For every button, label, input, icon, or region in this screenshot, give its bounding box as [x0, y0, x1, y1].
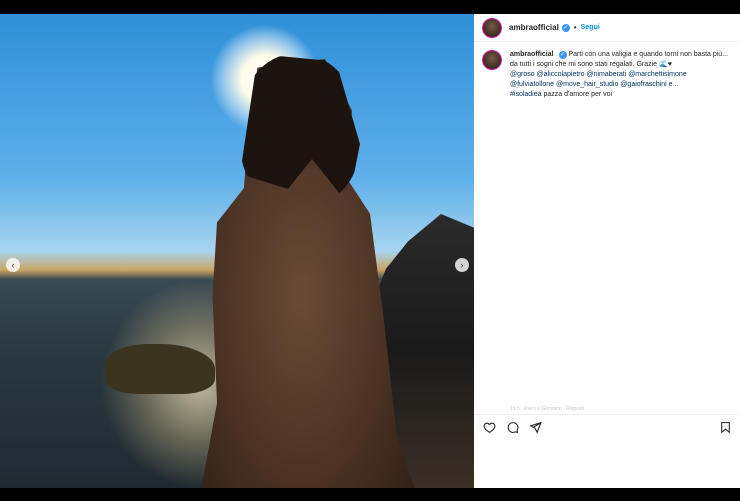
verified-badge-icon: ✓ — [561, 23, 570, 32]
post-modal: ‹ › ambraofficial ✓ • Segui ambraofficia… — [0, 0, 740, 501]
chevron-left-icon: ‹ — [11, 260, 15, 270]
chevron-right-icon: › — [460, 260, 464, 270]
caption-hashtag[interactable]: #isoladiea — [510, 91, 542, 98]
share-button[interactable] — [528, 421, 542, 435]
caption: ambraofficial ✓ Parti con una valigia e … — [482, 50, 732, 100]
username[interactable]: ambraofficial — [509, 23, 559, 32]
caption-tags[interactable]: @groso @aliccolapietro @nimaberati @marc… — [510, 71, 687, 88]
action-bar — [474, 414, 740, 440]
rock — [105, 344, 215, 394]
caption-emoji-icon: 🌊♥ — [659, 61, 672, 68]
post-photo[interactable]: ‹ › — [0, 14, 474, 488]
carousel-prev-button[interactable]: ‹ — [6, 258, 20, 272]
post-side-panel: ambraofficial ✓ • Segui ambraofficial ✓ … — [474, 14, 740, 488]
carousel-next-button[interactable]: › — [455, 258, 469, 272]
verified-badge-icon: ✓ — [558, 51, 567, 59]
post-header: ambraofficial ✓ • Segui — [474, 14, 740, 42]
comments-area: ambraofficial ✓ Parti con una valigia e … — [474, 42, 740, 410]
faded-meta: 15 h · Piero e Genzano · Risposti — [510, 406, 584, 412]
caption-tail: pazza d'amore per voi — [543, 91, 613, 98]
avatar[interactable] — [482, 50, 502, 70]
avatar[interactable] — [482, 17, 502, 38]
comment-icon — [507, 422, 518, 434]
like-button[interactable] — [482, 421, 496, 435]
caption-username[interactable]: ambraofficial — [510, 51, 554, 58]
separator: • — [573, 23, 577, 32]
caption-text: ambraofficial ✓ Parti con una valigia e … — [510, 50, 730, 100]
comment-button[interactable] — [505, 421, 519, 435]
share-icon — [528, 421, 542, 434]
bookmark-icon — [720, 421, 730, 434]
heart-icon — [483, 422, 495, 434]
save-button[interactable] — [718, 420, 732, 434]
follow-button[interactable]: Segui — [581, 24, 600, 31]
